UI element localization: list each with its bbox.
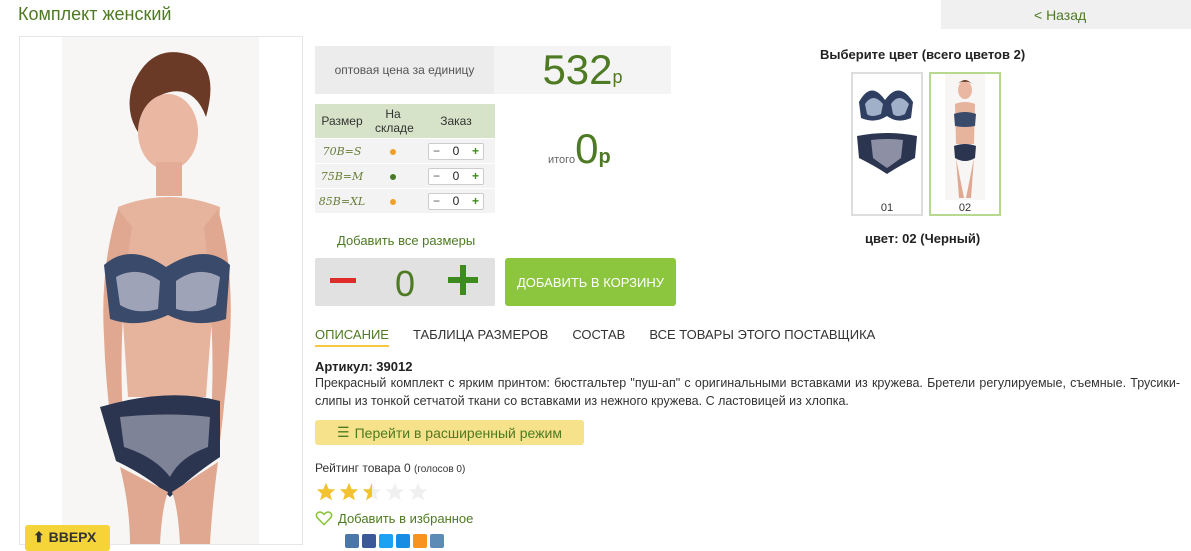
color-option-01[interactable]: 01 [851, 72, 923, 216]
size-label: 75B=M [315, 163, 369, 189]
product-description: Прекрасный комплект с ярким принтом: бюс… [315, 376, 1180, 408]
color-thumbnail-image [857, 90, 917, 174]
heart-icon [315, 511, 333, 526]
twitter-icon[interactable] [379, 534, 393, 548]
model-figure [100, 52, 231, 544]
quantity-stepper[interactable]: −0 + [428, 192, 484, 210]
tab-supplier-products[interactable]: ВСЕ ТОВАРЫ ЭТОГО ПОСТАВЩИКА [649, 327, 875, 347]
extended-mode-button[interactable]: ☰ Перейти в расширенный режим [315, 420, 584, 445]
table-row: 85B=XL −0 + [315, 188, 495, 213]
page-title: Комплект женский [18, 4, 172, 24]
current-color-label: цвет: 02 (Черный) [865, 231, 981, 246]
stock-dot-icon [390, 174, 396, 180]
quantity-value[interactable]: 0 [453, 144, 460, 158]
sizes-table: Размер На складе Заказ 70B=S −0 + 75B=M −… [315, 104, 495, 213]
mailru-icon[interactable] [396, 534, 410, 548]
size-label: 85B=XL [315, 188, 369, 213]
column-header-size: Размер [315, 104, 369, 139]
stock-indicator [369, 138, 417, 164]
quantity-value[interactable]: 0 [453, 169, 460, 183]
product-tabs: ОПИСАНИЕ ТАБЛИЦА РАЗМЕРОВ СОСТАВ ВСЕ ТОВ… [315, 327, 899, 347]
price-value-box: 532 р [494, 46, 671, 94]
facebook-icon[interactable] [362, 534, 376, 548]
add-to-cart-button[interactable]: ДОБАВИТЬ В КОРЗИНУ [505, 258, 676, 306]
table-row: 75B=M −0 + [315, 163, 495, 189]
rating-votes: (голосов 0) [414, 464, 466, 475]
price-currency: р [612, 66, 623, 87]
order-total: итого 0 р [548, 128, 611, 170]
price-value: 532 [542, 46, 613, 93]
tab-composition[interactable]: СОСТАВ [572, 327, 625, 347]
quantity-value[interactable]: 0 [453, 194, 460, 208]
product-photo[interactable] [19, 36, 303, 545]
total-currency: р [598, 146, 611, 168]
tab-description[interactable]: ОПИСАНИЕ [315, 327, 389, 347]
color-thumbnail-image [945, 74, 985, 200]
quantity-stepper[interactable]: −0 + [428, 142, 484, 160]
back-link[interactable]: < Назад [1034, 7, 1086, 23]
rating-text: Рейтинг товара 0 (голосов 0) [315, 461, 465, 475]
article-number: Артикул: 39012 [315, 359, 413, 374]
star-icon[interactable] [315, 481, 337, 503]
livejournal-icon[interactable] [430, 534, 444, 548]
color-number: 02 [958, 202, 972, 214]
size-label: 70B=S [315, 138, 369, 164]
scroll-up-button[interactable]: ⬆ ВВЕРХ [25, 525, 110, 551]
color-option-02[interactable]: 02 [929, 72, 1001, 216]
add-all-sizes-link[interactable]: Добавить все размеры [337, 233, 475, 248]
star-empty-icon[interactable] [384, 481, 406, 503]
stock-indicator [369, 188, 417, 213]
color-picker-title: Выберите цвет (всего цветов 2) [820, 47, 1026, 62]
price-label: оптовая цена за единицу [315, 46, 494, 94]
list-icon: ☰ [337, 424, 350, 440]
stock-dot-icon [390, 199, 396, 205]
rating-label: Рейтинг товара 0 [315, 461, 411, 475]
column-header-order: Заказ [417, 104, 495, 139]
quantity-stepper[interactable]: −0 + [428, 167, 484, 185]
column-header-stock: На складе [369, 104, 417, 139]
star-half-icon[interactable] [361, 481, 383, 503]
table-header-row: Размер На складе Заказ [315, 104, 495, 139]
odnoklassniki-icon[interactable] [413, 534, 427, 548]
plus-icon[interactable] [448, 265, 478, 295]
star-empty-icon[interactable] [407, 481, 429, 503]
increment-button[interactable]: + [472, 194, 479, 208]
stock-dot-icon [390, 149, 396, 155]
increment-button[interactable]: + [472, 169, 479, 183]
add-to-favorites-link[interactable]: Добавить в избранное [315, 510, 473, 526]
main-quantity-stepper: 0 [315, 258, 495, 306]
tab-size-table[interactable]: ТАБЛИЦА РАЗМЕРОВ [413, 327, 548, 347]
social-share-icons [345, 534, 447, 548]
stock-indicator [369, 163, 417, 189]
decrement-button[interactable]: − [433, 169, 440, 183]
decrement-button[interactable]: − [433, 194, 440, 208]
increment-button[interactable]: + [472, 144, 479, 158]
total-value: 0 [575, 125, 599, 172]
decrement-button[interactable]: − [433, 144, 440, 158]
vk-icon[interactable] [345, 534, 359, 548]
table-row: 70B=S −0 + [315, 138, 495, 164]
total-label: итого [548, 154, 576, 166]
star-icon[interactable] [338, 481, 360, 503]
rating-stars [315, 481, 430, 503]
color-number: 01 [880, 202, 894, 214]
